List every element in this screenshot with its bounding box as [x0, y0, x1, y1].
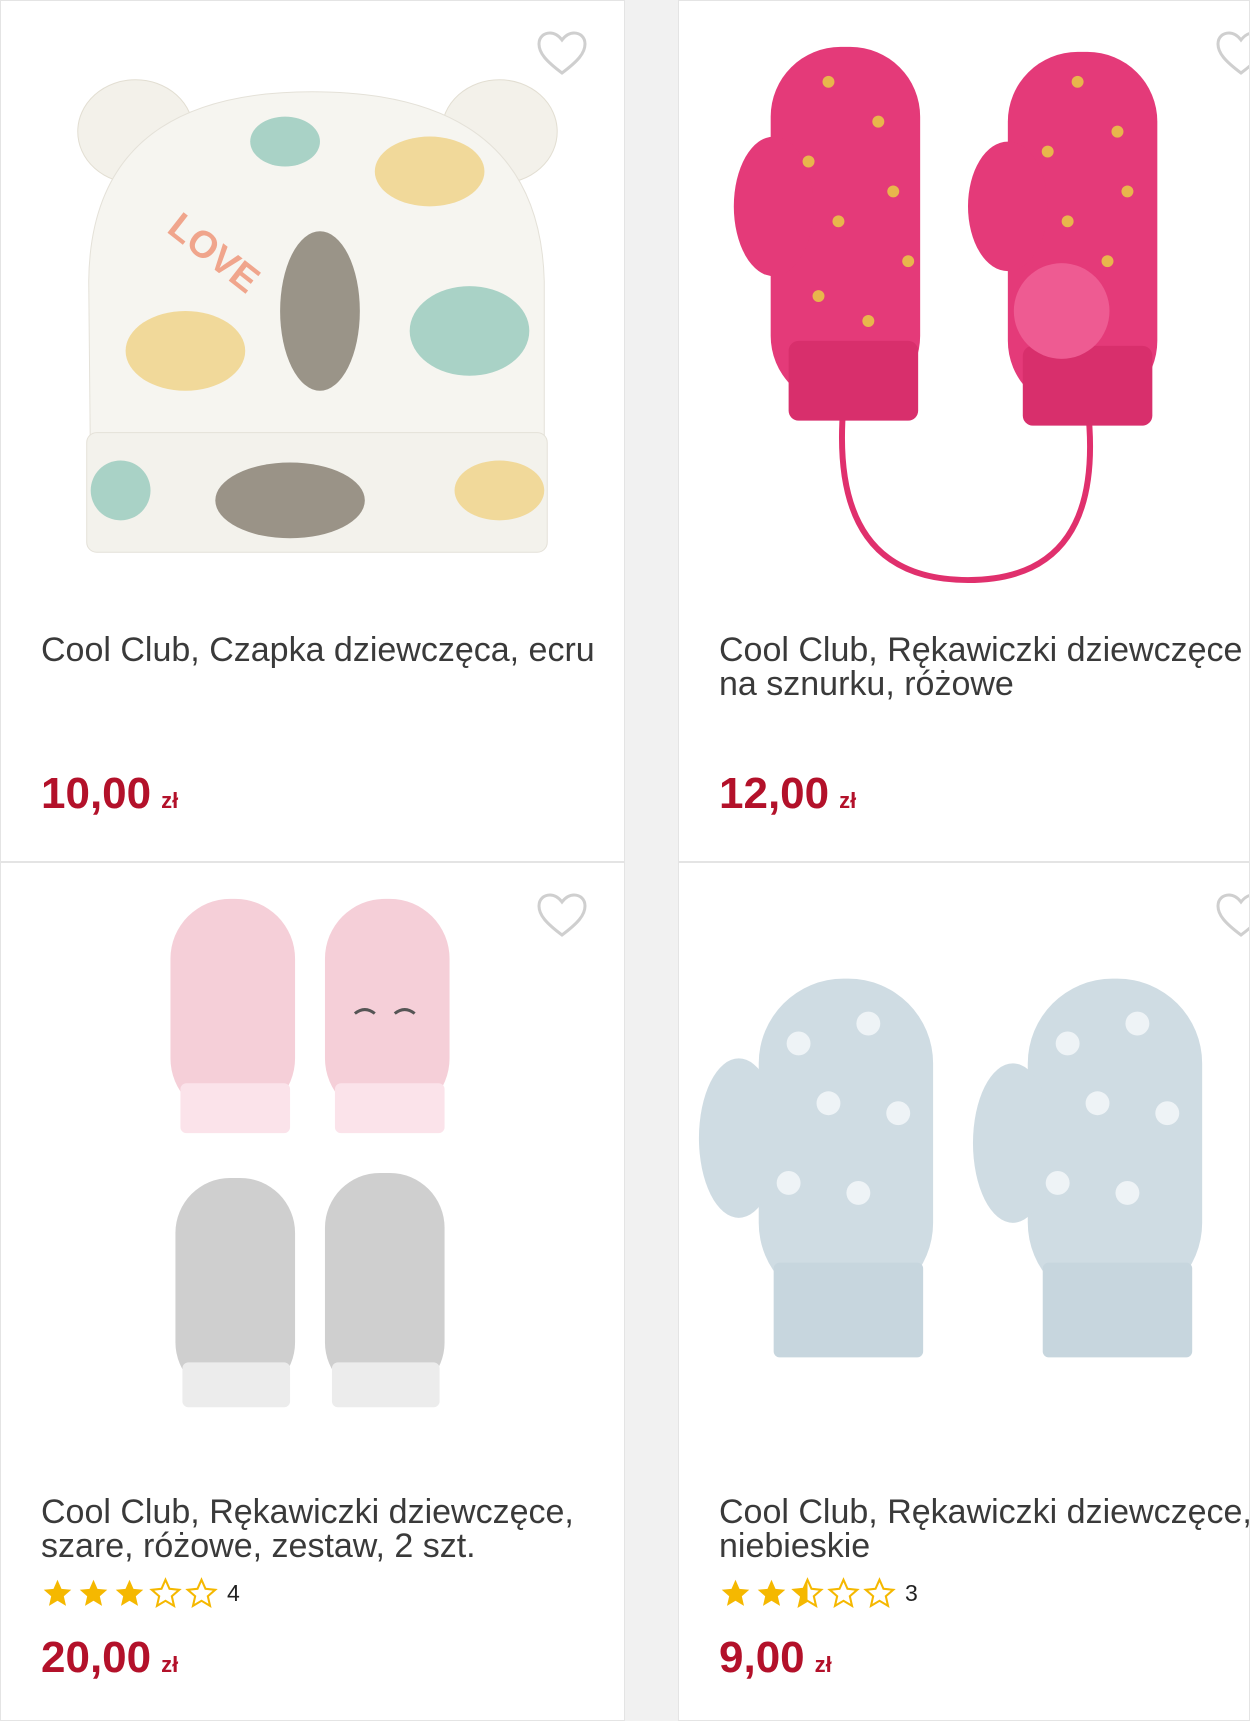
heart-outline-icon[interactable] [536, 31, 588, 77]
price-value: 9,00 [719, 1633, 805, 1682]
price-value: 10,00 [41, 769, 152, 818]
star-full-icon [115, 1579, 144, 1606]
product-grid: LOVE Cool Club, Czapka dziewczęca, ecru … [0, 0, 1250, 1721]
product-price: 12,00 zł [719, 769, 856, 826]
rating-count: 3 [905, 1579, 918, 1606]
product-image-pink-mittens[interactable] [679, 21, 1249, 601]
price-currency: zł [161, 788, 179, 813]
star-empty-icon [185, 1576, 218, 1608]
heart-outline-icon[interactable] [536, 893, 588, 939]
heart-outline-icon[interactable] [1215, 893, 1250, 939]
rating-count: 4 [227, 1579, 240, 1606]
star-full-icon [43, 1579, 72, 1606]
price-currency: zł [814, 1652, 832, 1677]
product-price: 10,00 zł [41, 769, 178, 826]
star-full-icon [79, 1579, 108, 1606]
product-image-mittens-set[interactable] [1, 883, 624, 1463]
product-image-blue-mittens[interactable] [679, 883, 1249, 1463]
product-title[interactable]: Cool Club, Rękawiczki dziewczęce, szare,… [41, 1495, 601, 1563]
price-currency: zł [839, 788, 857, 813]
product-card[interactable]: LOVE Cool Club, Czapka dziewczęca, ecru … [0, 0, 625, 862]
product-price: 20,00 zł [41, 1633, 178, 1690]
star-empty-icon [863, 1576, 896, 1608]
product-image-hat[interactable]: LOVE [1, 21, 624, 601]
product-card[interactable]: Cool Club, Rękawiczki dziewczęce, niebie… [678, 862, 1250, 1721]
product-title[interactable]: Cool Club, Czapka dziewczęca, ecru [41, 633, 601, 667]
grid-gutter [625, 0, 678, 1721]
heart-outline-icon[interactable] [1215, 31, 1250, 77]
product-card[interactable]: Cool Club, Rękawiczki dziewczęce, szare,… [0, 862, 625, 1721]
price-currency: zł [161, 1652, 179, 1677]
product-title[interactable]: Cool Club, Rękawiczki dziewczęce, niebie… [719, 1495, 1249, 1563]
star-empty-icon [827, 1576, 860, 1608]
product-title[interactable]: Cool Club, Rękawiczki dziewczęce na sznu… [719, 633, 1249, 701]
star-full-icon [757, 1579, 786, 1606]
rating-stars: 3 [719, 1575, 918, 1611]
rating-stars: 4 [41, 1575, 240, 1611]
star-empty-icon [149, 1576, 182, 1608]
product-card[interactable]: Cool Club, Rękawiczki dziewczęce na sznu… [678, 0, 1250, 862]
price-value: 20,00 [41, 1633, 152, 1682]
star-full-icon [721, 1579, 750, 1606]
price-value: 12,00 [719, 769, 830, 818]
star-half-icon [791, 1576, 824, 1608]
product-price: 9,00 zł [719, 1633, 832, 1690]
